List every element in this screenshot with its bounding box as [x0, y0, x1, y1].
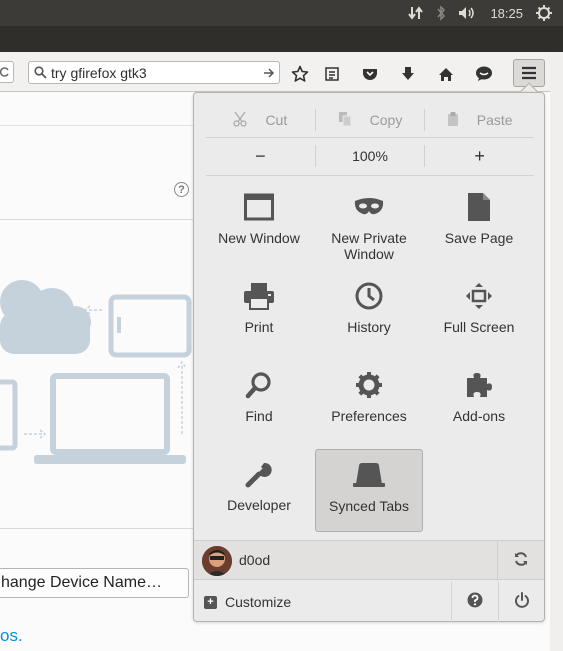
search-go-arrow-icon[interactable]: [259, 65, 279, 81]
sync-devices-illustration: [0, 280, 192, 464]
chat-icon[interactable]: [474, 64, 494, 84]
network-arrows-icon[interactable]: [408, 5, 424, 21]
history-label: History: [347, 319, 391, 335]
power-gear-icon[interactable]: [535, 4, 553, 22]
customize-button[interactable]: + Customize: [204, 582, 291, 622]
edit-controls-row: Cut Copy Paste: [206, 103, 534, 137]
add-ons-button[interactable]: Add-ons: [425, 360, 533, 443]
search-icon: [29, 66, 51, 79]
volume-icon[interactable]: [458, 5, 478, 21]
help-button[interactable]: [451, 582, 498, 622]
bluetooth-icon[interactable]: [436, 5, 446, 21]
new-window-label: New Window: [218, 230, 300, 246]
menu-footer: + Customize: [194, 582, 544, 622]
downloads-icon[interactable]: [398, 64, 418, 84]
history-button[interactable]: History: [315, 271, 423, 354]
help-icon: [467, 592, 483, 613]
separator: [206, 137, 534, 138]
app-menu-panel: Cut Copy Paste − 100% + New Window New P…: [193, 92, 545, 622]
url-bar-reload-edge[interactable]: [0, 61, 14, 83]
printer-icon: [243, 277, 275, 315]
private-mask-icon: [353, 188, 385, 226]
separator: [206, 175, 534, 176]
reading-list-icon[interactable]: [322, 64, 342, 84]
full-screen-label: Full Screen: [443, 319, 515, 335]
page-link[interactable]: os.: [0, 626, 23, 646]
cut-button[interactable]: Cut: [206, 103, 315, 137]
search-input[interactable]: try gfirefox gtk3: [28, 61, 280, 84]
developer-button[interactable]: Developer: [205, 449, 313, 532]
plus-icon: +: [204, 595, 217, 609]
synced-tabs-button[interactable]: Synced Tabs: [315, 449, 423, 532]
desktop-background: [550, 52, 563, 651]
fullscreen-icon: [465, 277, 493, 315]
zoom-controls-row: − 100% +: [206, 141, 534, 171]
paste-label: Paste: [476, 112, 513, 128]
developer-label: Developer: [227, 497, 291, 513]
divider: [0, 528, 193, 529]
synced-tabs-icon: [352, 456, 386, 494]
power-icon: [514, 591, 530, 613]
divider: [0, 219, 193, 220]
save-page-icon: [467, 188, 491, 226]
copy-button[interactable]: Copy: [316, 103, 425, 137]
full-screen-button[interactable]: Full Screen: [425, 271, 533, 354]
clock-text[interactable]: 18:25: [490, 6, 523, 21]
print-label: Print: [244, 319, 274, 335]
find-label: Find: [245, 408, 273, 424]
magnifier-icon: [245, 366, 273, 404]
divider: [0, 125, 193, 126]
account-row[interactable]: d0od: [194, 540, 544, 581]
print-button[interactable]: Print: [205, 271, 313, 354]
puzzle-icon: [464, 366, 494, 404]
preferences-button[interactable]: Preferences: [315, 360, 423, 443]
wrench-icon: [244, 455, 274, 493]
find-button[interactable]: Find: [205, 360, 313, 443]
new-private-window-button[interactable]: New Private Window: [315, 182, 423, 265]
new-window-button[interactable]: New Window: [205, 182, 313, 265]
new-window-icon: [244, 188, 274, 226]
quit-button[interactable]: [498, 582, 544, 622]
synced-tabs-label: Synced Tabs: [329, 498, 409, 514]
sync-arrows-icon: [513, 551, 529, 572]
change-device-name-button[interactable]: hange Device Name…: [0, 568, 189, 598]
account-username: d0od: [239, 552, 271, 568]
zoom-out-button[interactable]: −: [206, 141, 315, 171]
clock-icon: [355, 277, 383, 315]
preferences-label: Preferences: [331, 408, 407, 424]
pocket-icon[interactable]: [360, 64, 380, 84]
sync-now-button[interactable]: [497, 541, 544, 581]
copy-label: Copy: [369, 112, 403, 128]
clipboard-icon: [447, 111, 459, 130]
zoom-in-button[interactable]: +: [425, 141, 534, 171]
add-ons-label: Add-ons: [452, 408, 506, 424]
paste-button[interactable]: Paste: [425, 103, 534, 137]
zoom-reset-button[interactable]: 100%: [316, 141, 425, 171]
search-query-text[interactable]: try gfirefox gtk3: [51, 65, 259, 81]
avatar: [202, 546, 232, 576]
scissors-icon: [233, 111, 248, 130]
system-tray: 18:25: [408, 0, 553, 26]
help-circle-icon[interactable]: ?: [174, 182, 189, 197]
bookmark-star-icon[interactable]: [290, 64, 310, 84]
window-title-strip: [0, 26, 563, 52]
new-private-window-label: New Private Window: [331, 230, 407, 262]
cut-label: Cut: [265, 112, 288, 128]
save-page-label: Save Page: [444, 230, 514, 246]
customize-label: Customize: [225, 594, 292, 610]
save-page-button[interactable]: Save Page: [425, 182, 533, 265]
home-icon[interactable]: [436, 64, 456, 84]
gear-icon: [355, 366, 383, 404]
copy-icon: [338, 111, 352, 130]
browser-toolbar: try gfirefox gtk3: [0, 52, 550, 92]
system-top-panel: 18:25: [0, 0, 563, 26]
